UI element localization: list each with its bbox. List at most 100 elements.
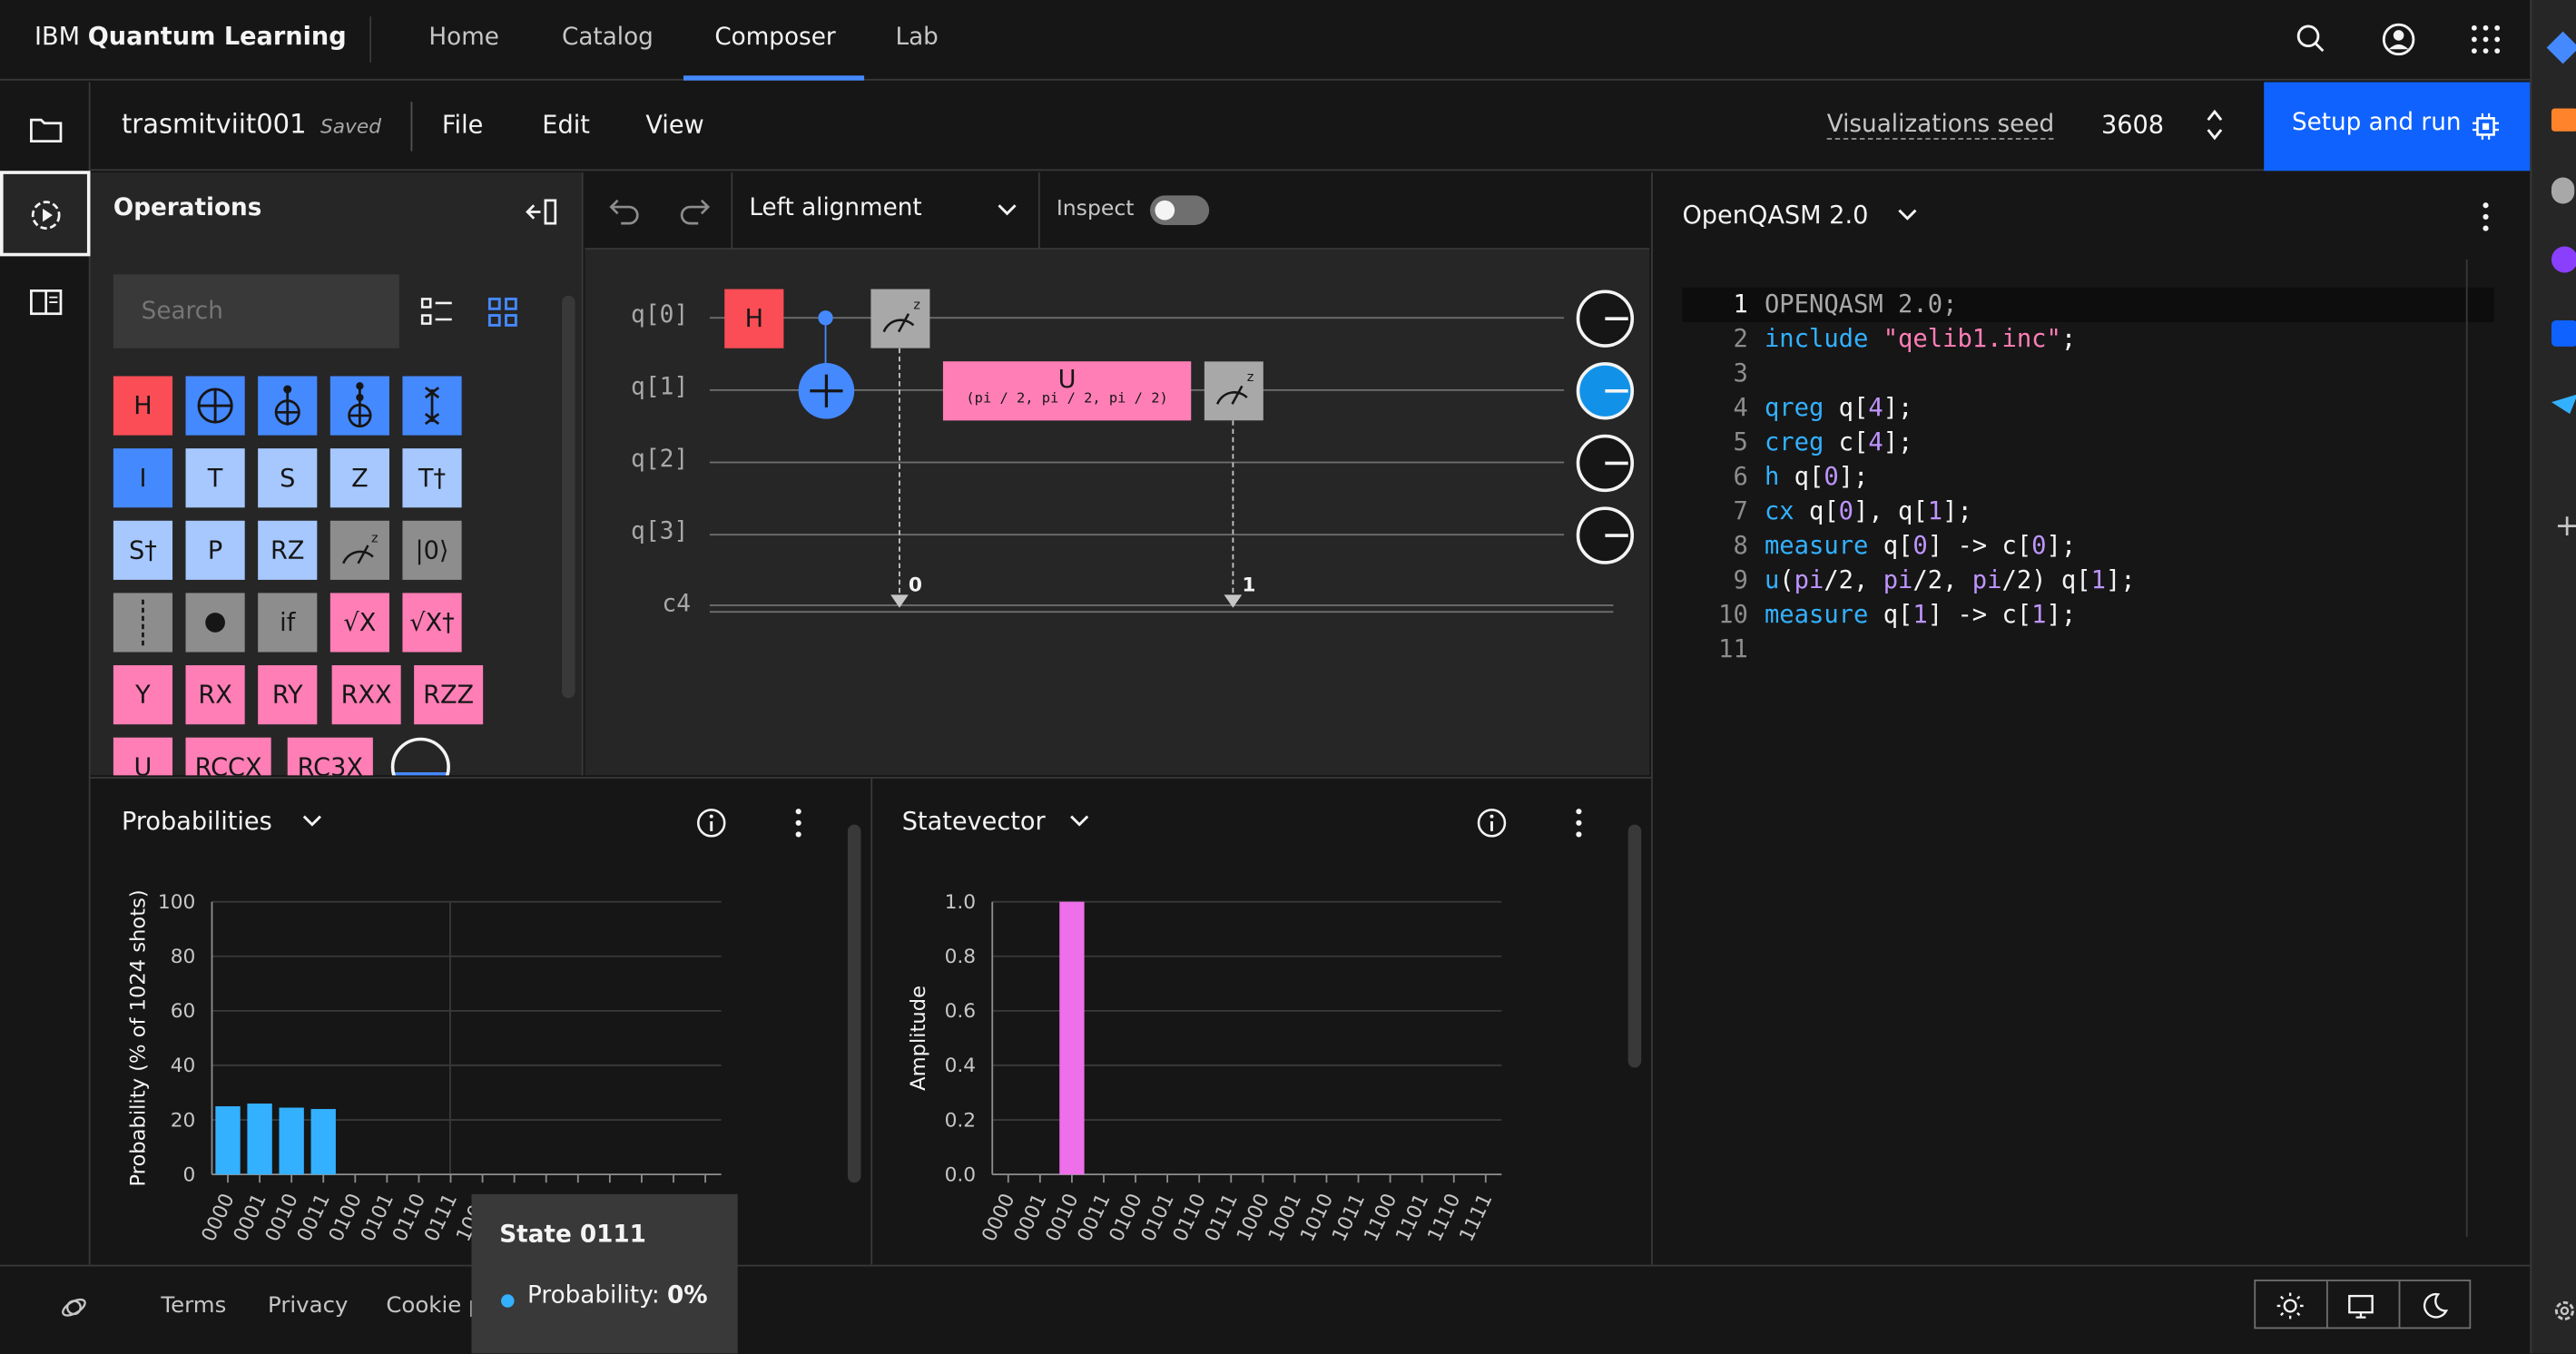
gate-phase-disk[interactable] [390, 737, 450, 776]
nav-composer[interactable]: Composer [683, 0, 865, 81]
collapse-panel-icon[interactable] [524, 195, 560, 228]
grid-view-icon[interactable] [487, 296, 519, 329]
ops-scrollbar[interactable] [562, 295, 575, 699]
circuit-measure-gate[interactable]: z [870, 289, 930, 348]
gate-ry[interactable]: RY [258, 665, 318, 725]
briefcase-icon[interactable] [2551, 108, 2576, 132]
gate-rz[interactable]: RZ [258, 520, 318, 580]
circuit-canvas[interactable]: q[0] q[1] q[2] q[3] c4 H z 0 U (pi / 2, … [585, 250, 1650, 776]
panel-scrollbar[interactable] [1627, 824, 1642, 1068]
cnot-target[interactable] [797, 361, 856, 420]
outlook-icon[interactable] [2551, 319, 2576, 347]
code-line[interactable]: 7 cx q[0], q[1]; [1682, 495, 2493, 529]
gate-tdg[interactable]: T† [402, 448, 462, 508]
send-icon[interactable] [2551, 394, 2576, 415]
system-theme-icon[interactable] [2346, 1291, 2376, 1321]
app-icon[interactable] [2546, 31, 2576, 64]
code-line[interactable]: 10 measure q[1] -> c[1]; [1682, 598, 2493, 633]
gate-control[interactable] [185, 593, 245, 652]
gate-sx[interactable]: √X [329, 593, 389, 652]
seed-stepper-icon[interactable] [2203, 105, 2226, 144]
probabilities-dropdown[interactable]: Probabilities [122, 807, 321, 836]
privacy-link[interactable]: Privacy [268, 1292, 348, 1319]
editor-scrollbar[interactable] [2465, 259, 2468, 1237]
nav-home[interactable]: Home [428, 0, 499, 81]
gate-sxdg[interactable]: √X† [402, 593, 462, 652]
file-name[interactable]: trasmitviit001 [122, 108, 307, 139]
code-line[interactable]: 4 qreg q[4]; [1682, 391, 2493, 426]
overflow-menu-icon[interactable] [787, 805, 810, 841]
people-icon[interactable] [2551, 177, 2575, 204]
code-line[interactable]: 2 include "qelib1.inc"; [1682, 322, 2493, 357]
gate-rc3x[interactable]: RC3X [287, 737, 373, 776]
gate-swap[interactable] [402, 376, 462, 436]
gate-s[interactable]: S [258, 448, 318, 508]
settings-icon[interactable] [2551, 1298, 2576, 1324]
add-icon[interactable]: + [2555, 509, 2576, 544]
terms-link[interactable]: Terms [161, 1292, 226, 1319]
qubit-state-indicator[interactable] [1576, 434, 1635, 493]
inspect-toggle[interactable] [1150, 195, 1210, 225]
circuit-h-gate[interactable]: H [724, 289, 784, 348]
gate-if[interactable]: if [258, 593, 318, 652]
composer-button[interactable] [0, 171, 91, 257]
code-language-dropdown[interactable]: OpenQASM 2.0 [1682, 201, 1917, 230]
circuit-u-gate[interactable]: U (pi / 2, pi / 2, pi / 2) [942, 361, 1192, 421]
gate-u[interactable]: U [113, 737, 173, 776]
user-avatar-icon[interactable] [2379, 20, 2418, 59]
statevector-dropdown[interactable]: Statevector [902, 807, 1089, 836]
gate-reset[interactable]: |0⟩ [402, 520, 462, 580]
code-line[interactable]: 6h q[0]; [1682, 460, 2493, 495]
gate-ccx[interactable] [258, 376, 318, 436]
gate-t[interactable]: T [185, 448, 245, 508]
brand-logo[interactable]: IBM Quantum Learning [34, 22, 347, 52]
code-line[interactable]: 3 [1682, 357, 2493, 391]
menu-edit[interactable]: Edit [542, 110, 590, 140]
panel-scrollbar[interactable] [847, 824, 861, 1183]
seed-label[interactable]: Visualizations seed [1826, 112, 2055, 140]
overflow-menu-icon[interactable] [1568, 805, 1590, 841]
circuit-measure-gate[interactable]: z [1204, 361, 1263, 421]
files-button[interactable] [0, 85, 91, 171]
menu-file[interactable]: File [442, 110, 483, 140]
seed-value[interactable]: 3608 [2101, 110, 2164, 140]
code-line[interactable]: 11 [1682, 633, 2493, 667]
gate-sdg[interactable]: S† [113, 520, 173, 580]
gate-y[interactable]: Y [113, 665, 173, 725]
copilot-icon[interactable] [2551, 246, 2576, 273]
cnot-control-dot[interactable] [818, 310, 833, 326]
app-switcher-icon[interactable] [2466, 20, 2505, 59]
gate-rccx[interactable]: RCCX [185, 737, 271, 776]
search-icon[interactable] [2292, 20, 2331, 59]
qubit-state-indicator[interactable] [1576, 289, 1635, 348]
list-view-icon[interactable] [420, 296, 453, 329]
gate-p[interactable]: P [185, 520, 245, 580]
overflow-menu-icon[interactable] [2474, 199, 2497, 235]
code-line[interactable]: 5 creg c[4]; [1682, 426, 2493, 460]
code-line[interactable]: 9 u(pi/2, pi/2, pi/2) q[1]; [1682, 564, 2493, 598]
nav-catalog[interactable]: Catalog [562, 0, 654, 81]
gate-cccx[interactable] [329, 376, 389, 436]
operations-search-input[interactable] [113, 274, 399, 348]
info-icon[interactable] [1475, 807, 1508, 839]
code-line[interactable]: 8 measure q[0] -> c[0]; [1682, 529, 2493, 564]
gate-i[interactable]: I [113, 448, 173, 508]
code-line[interactable]: 1 OPENQASM 2.0; [1682, 287, 2494, 322]
gate-rxx[interactable]: RXX [331, 665, 401, 725]
menu-view[interactable]: View [645, 110, 703, 140]
setup-and-run-button[interactable]: Setup and run [2264, 82, 2531, 172]
alignment-dropdown[interactable]: Left alignment [732, 172, 1038, 250]
gate-rzz[interactable]: RZZ [414, 665, 484, 725]
redo-icon[interactable] [679, 195, 712, 225]
gate-cnot[interactable] [185, 376, 245, 436]
cookie-link[interactable]: Cookie p [386, 1292, 482, 1319]
light-theme-icon[interactable] [2276, 1291, 2306, 1321]
gate-barrier[interactable] [113, 593, 173, 652]
qubit-state-indicator[interactable] [1576, 361, 1635, 420]
gate-rx[interactable]: RX [185, 665, 245, 725]
dark-theme-icon[interactable] [2420, 1291, 2450, 1321]
side-panel-button[interactable] [0, 260, 91, 345]
nav-lab[interactable]: Lab [895, 0, 938, 81]
undo-icon[interactable] [608, 195, 641, 225]
gate-z[interactable]: Z [329, 448, 389, 508]
